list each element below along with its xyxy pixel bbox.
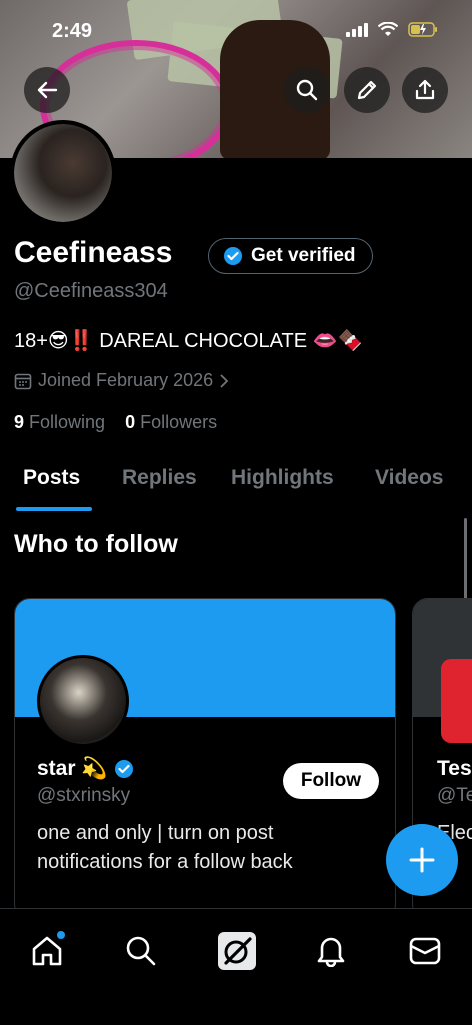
tab-highlights[interactable]: Highlights: [231, 466, 334, 490]
search-icon: [126, 936, 156, 966]
notifications-bell-icon: [317, 937, 345, 967]
card-name: Tes: [437, 757, 472, 780]
back-arrow-icon: [37, 81, 58, 99]
profile-handle: @Ceefineass304: [14, 280, 168, 302]
grok-icon: [218, 932, 256, 970]
tab-replies[interactable]: Replies: [122, 466, 197, 490]
card-handle: @stxrinsky: [37, 785, 131, 806]
verified-badge-icon: [224, 247, 242, 265]
notification-dot: [57, 931, 65, 939]
share-icon: [415, 79, 435, 100]
who-to-follow-title: Who to follow: [14, 530, 178, 558]
bottom-navigation: [0, 908, 472, 1025]
compose-post-button[interactable]: [386, 824, 458, 896]
follow-button[interactable]: Follow: [282, 763, 379, 799]
messages-envelope-icon: [409, 937, 441, 965]
battery-low-power-icon: [408, 22, 437, 37]
wifi-icon: [378, 22, 398, 36]
card-name-label: star 💫: [37, 757, 108, 780]
nav-home[interactable]: [23, 927, 71, 975]
nav-messages[interactable]: [401, 927, 449, 975]
active-tab-indicator: [16, 507, 92, 511]
status-bar: 2:49: [0, 18, 472, 46]
back-button[interactable]: [24, 67, 70, 113]
get-verified-button[interactable]: Get verified: [208, 238, 373, 274]
get-verified-label: Get verified: [251, 245, 356, 266]
card-name: star 💫: [37, 757, 134, 781]
nav-notifications[interactable]: [307, 927, 355, 975]
nav-search[interactable]: [117, 927, 165, 975]
card-description: one and only | turn on post notification…: [37, 822, 293, 873]
card-avatar[interactable]: [37, 655, 129, 747]
plus-icon: [409, 847, 435, 873]
joined-label: Joined February 2026: [38, 370, 214, 390]
following-label: Following: [29, 412, 106, 432]
status-time: 2:49: [52, 20, 93, 42]
share-button[interactable]: [402, 67, 448, 113]
profile-avatar[interactable]: [10, 120, 116, 226]
edit-pencil-icon: [357, 80, 377, 100]
search-icon: [296, 79, 318, 101]
card-avatar[interactable]: [441, 659, 472, 743]
joined-date[interactable]: Joined February 2026: [14, 370, 229, 391]
home-icon: [32, 936, 62, 966]
nav-grok[interactable]: [213, 927, 261, 975]
scrollbar[interactable]: [464, 518, 467, 608]
follow-stats: 9 Following 0 Followers: [14, 412, 217, 433]
profile-tabs: Posts Replies Highlights Videos: [0, 462, 472, 512]
profile-name: Ceefineass: [14, 236, 173, 269]
suggestion-card[interactable]: star 💫 @stxrinsky Follow one and only | …: [14, 598, 396, 920]
following-count: 9: [14, 412, 25, 432]
following-link[interactable]: 9 Following: [14, 412, 105, 432]
followers-link[interactable]: 0 Followers: [125, 412, 217, 432]
search-button[interactable]: [284, 67, 330, 113]
profile-bio: 18+😎‼️ DAREAL CHOCOLATE 👄🍫: [14, 330, 363, 352]
chevron-right-icon: [220, 373, 229, 388]
calendar-icon: [14, 373, 32, 389]
followers-count: 0: [125, 412, 136, 432]
verified-badge-icon: [114, 760, 133, 778]
card-handle: @Te: [437, 785, 472, 806]
cellular-signal-icon: [346, 22, 368, 37]
tab-videos[interactable]: Videos: [375, 466, 443, 490]
followers-label: Followers: [140, 412, 218, 432]
tab-posts[interactable]: Posts: [23, 466, 80, 490]
edit-profile-button[interactable]: [344, 67, 390, 113]
